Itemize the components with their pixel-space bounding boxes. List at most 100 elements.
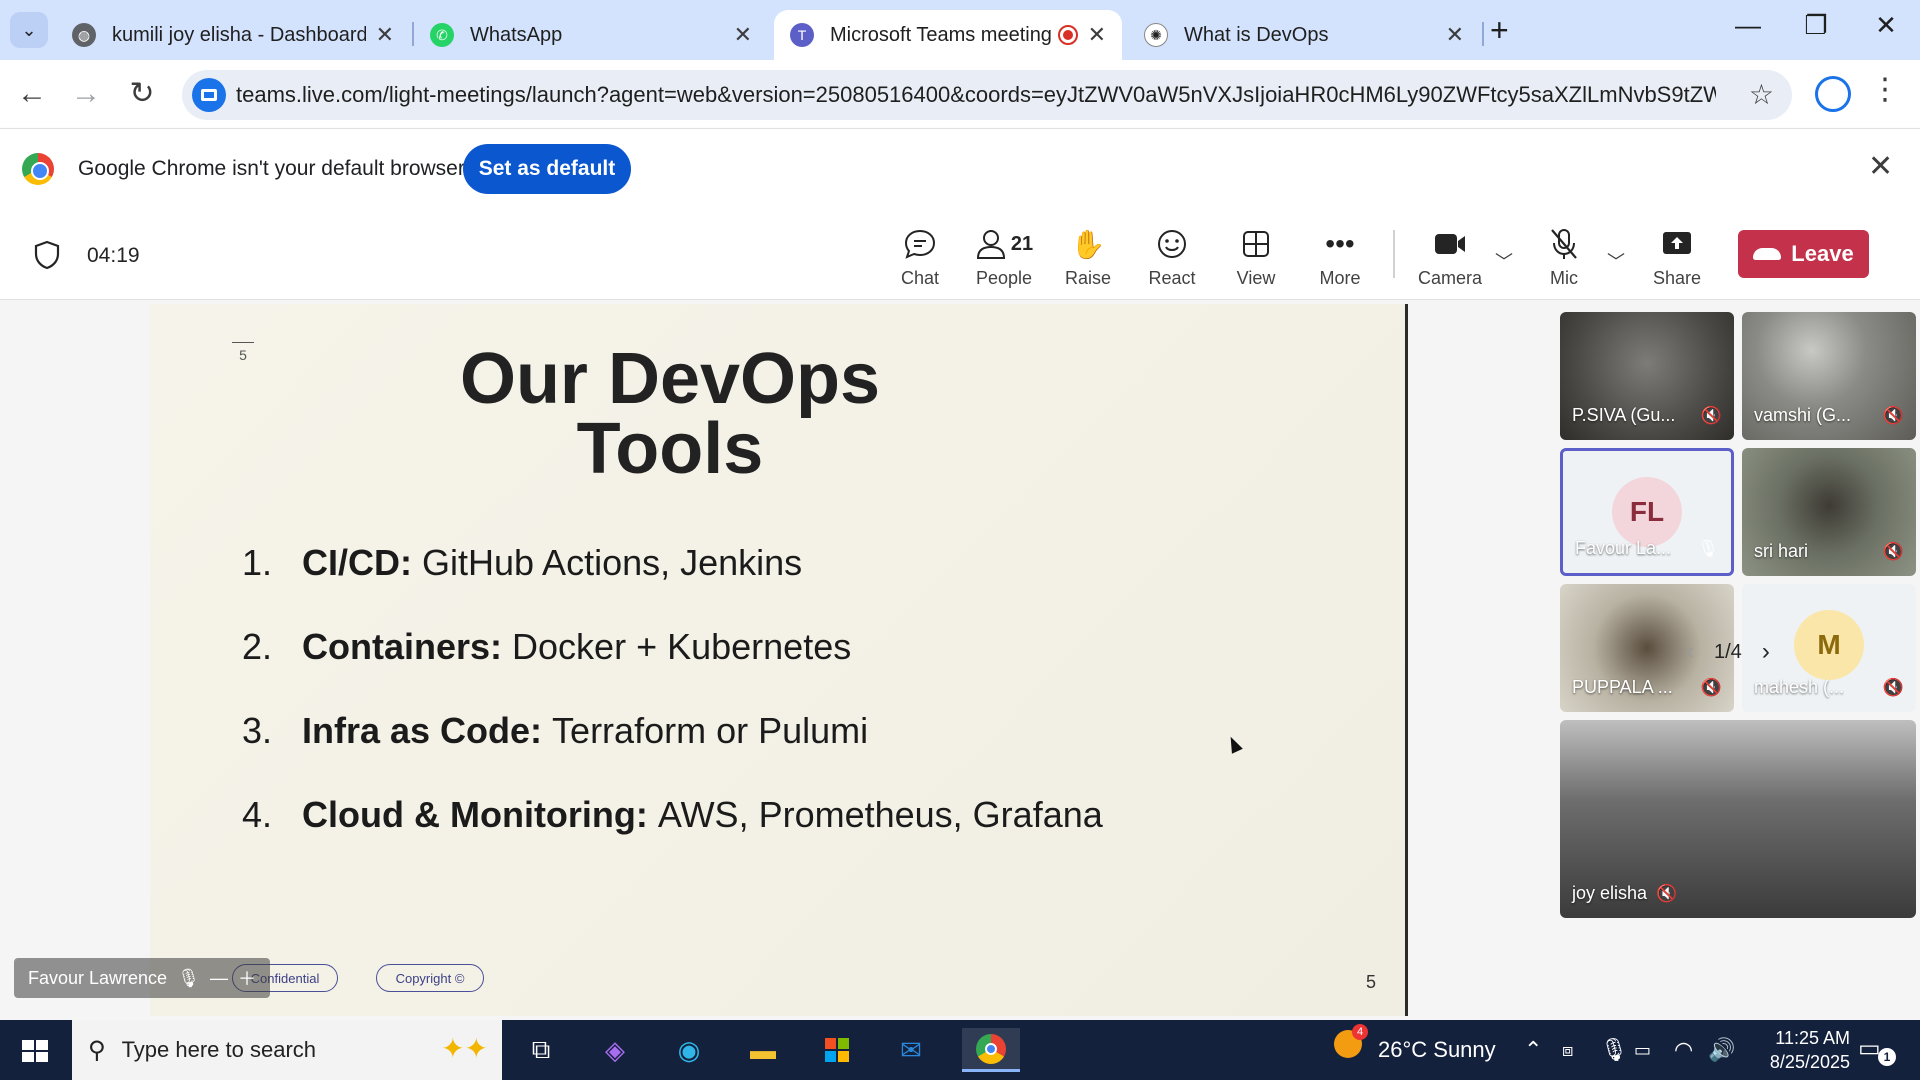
list-item: 3. Infra as Code: Terraform or Pulumi	[242, 710, 1103, 794]
camera-label: Camera	[1417, 268, 1483, 288]
copilot-icon[interactable]: ◈	[586, 1028, 644, 1072]
item-text: Terraform or Pulumi	[552, 710, 869, 751]
infobar-message: Google Chrome isn't your default browser	[78, 157, 465, 180]
forward-button[interactable]: →	[66, 76, 106, 112]
browser-menu-icon[interactable]: ⋮	[1870, 72, 1900, 107]
tab-teams-meeting[interactable]: T Microsoft Teams meeting | M ✕	[774, 10, 1122, 60]
item-number: 1.	[242, 542, 273, 583]
chrome-taskbar-icon[interactable]	[962, 1028, 1020, 1072]
profile-icon[interactable]	[1815, 76, 1851, 112]
self-view-tile[interactable]: joy elisha 🔇	[1560, 720, 1916, 918]
show-hidden-icons-chevron-icon[interactable]: ⌃	[1524, 1020, 1542, 1080]
raise-label: Raise	[1064, 268, 1112, 288]
volume-icon[interactable]: 🔊	[1708, 1020, 1735, 1080]
close-icon[interactable]: ✕	[1868, 149, 1893, 184]
microphone-tray-icon[interactable]: 🎙	[1600, 1020, 1628, 1080]
clock-date: 8/25/2025	[1769, 1052, 1850, 1072]
item-number: 2.	[242, 626, 273, 667]
minimize-icon[interactable]: —	[210, 968, 228, 989]
search-icon: ⚲	[88, 1036, 106, 1064]
close-icon[interactable]: ✕	[376, 22, 394, 48]
clock-time: 11:25 AM	[1775, 1028, 1850, 1048]
participant-name: mahesh (...	[1754, 677, 1845, 697]
bookmark-star-icon[interactable]: ☆	[1749, 78, 1774, 111]
notification-count: 1	[1878, 1048, 1896, 1066]
mail-icon[interactable]: ✉	[882, 1028, 940, 1072]
close-icon[interactable]: ✕	[1088, 22, 1106, 48]
chat-button[interactable]: Chat	[880, 224, 960, 289]
windows-start-icon[interactable]	[22, 1040, 48, 1062]
notification-center-icon[interactable]: ▭ 1	[1858, 1034, 1896, 1066]
participant-tile-speaking[interactable]: FL Favour La... 🎙	[1560, 448, 1734, 576]
camera-icon	[1410, 224, 1490, 264]
list-item: 4. Cloud & Monitoring: AWS, Prometheus, Gr…	[242, 794, 1103, 878]
tab-whatsapp[interactable]: ✆ WhatsApp ✕	[414, 10, 768, 60]
system-clock[interactable]: 11:25 AM 8/25/2025	[1740, 1026, 1850, 1074]
raise-hand-button[interactable]: ✋ Raise	[1048, 224, 1128, 289]
share-button[interactable]: Share	[1637, 224, 1717, 289]
browser-tab-strip: ⌄ ◍ kumili joy elisha - Dashboard (1 ✕ ✆…	[0, 0, 1920, 60]
copilot-sparkle-icon: ✦✦	[441, 1033, 488, 1064]
people-button[interactable]: 21 People	[964, 224, 1044, 289]
participant-tile[interactable]: vamshi (G... 🔇	[1742, 312, 1916, 440]
edge-icon[interactable]: ◉	[660, 1028, 718, 1072]
tab-dashboard[interactable]: ◍ kumili joy elisha - Dashboard (1 ✕	[56, 10, 410, 60]
tab-title: What is DevOps	[1184, 23, 1329, 46]
next-page-chevron-icon[interactable]: ›	[1762, 638, 1770, 666]
globe-icon: ◍	[72, 23, 96, 47]
new-tab-button[interactable]: +	[1490, 12, 1509, 48]
more-dots-icon: •••	[1325, 228, 1355, 259]
item-number: 4.	[242, 794, 273, 835]
weather-icon[interactable]: 4	[1334, 1024, 1368, 1058]
weather-text[interactable]: 26°C Sunny	[1378, 1020, 1496, 1080]
meeting-timer: 04:19	[87, 244, 140, 267]
close-icon[interactable]: ✕	[1446, 22, 1464, 48]
mic-muted-icon: 🔇	[1700, 678, 1722, 697]
tab-title: Microsoft Teams meeting | M	[830, 23, 1052, 46]
close-icon[interactable]: ✕	[734, 22, 752, 48]
taskbar-search-box[interactable]: ⚲ Type here to search ✦✦	[72, 1020, 502, 1080]
previous-page-chevron-icon[interactable]: ‹	[1686, 638, 1694, 666]
wifi-icon[interactable]: ◠	[1674, 1020, 1693, 1080]
mic-options-chevron-icon[interactable]: ﹀	[1607, 248, 1625, 274]
camera-options-chevron-icon[interactable]: ﹀	[1495, 248, 1513, 274]
set-as-default-button[interactable]: Set as default	[463, 144, 631, 194]
react-label: React	[1148, 268, 1196, 288]
reload-button[interactable]: ↻	[122, 76, 162, 112]
microsoft-store-icon[interactable]	[808, 1028, 866, 1072]
expand-icon[interactable]: ＋	[238, 965, 256, 991]
back-button[interactable]: ←	[12, 76, 52, 112]
participant-gallery: P.SIVA (Gu... 🔇 vamshi (G... 🔇 FL Favour…	[1560, 300, 1920, 1020]
participant-tile[interactable]: P.SIVA (Gu... 🔇	[1560, 312, 1734, 440]
battery-icon[interactable]: ▭	[1634, 1020, 1651, 1080]
slide-page-number-bottom: 5	[1366, 972, 1377, 992]
slide-page-number-top: 5	[232, 342, 254, 363]
pager-text: 1/4	[1714, 640, 1742, 663]
task-view-icon[interactable]: ⧉	[512, 1028, 570, 1072]
smiley-icon	[1132, 224, 1212, 264]
tab-search-button[interactable]: ⌄	[10, 12, 48, 48]
more-button[interactable]: ••• More	[1300, 224, 1380, 289]
restore-button[interactable]: ❐	[1796, 10, 1836, 41]
minimize-button[interactable]: —	[1728, 10, 1768, 41]
view-label: View	[1236, 268, 1276, 288]
camera-button[interactable]: Camera	[1410, 224, 1490, 289]
teams-icon: T	[790, 23, 814, 47]
list-item: 1. CI/CD: GitHub Actions, Jenkins	[242, 542, 1103, 626]
site-info-icon[interactable]	[192, 78, 226, 112]
file-explorer-icon[interactable]: ▬	[734, 1028, 792, 1072]
more-label: More	[1319, 268, 1361, 288]
address-bar[interactable]: teams.live.com/light-meetings/launch?age…	[182, 70, 1792, 120]
browser-toolbar: ← → ↻ teams.live.com/light-meetings/laun…	[0, 60, 1920, 128]
mic-button[interactable]: Mic	[1524, 224, 1604, 289]
url-text[interactable]: teams.live.com/light-meetings/launch?age…	[236, 82, 1716, 108]
avatar: M	[1794, 610, 1864, 680]
react-button[interactable]: React	[1132, 224, 1212, 289]
participant-name: P.SIVA (Gu...	[1572, 405, 1676, 425]
view-button[interactable]: View	[1216, 224, 1296, 289]
leave-button[interactable]: Leave	[1738, 230, 1869, 278]
meet-now-icon[interactable]: ⧈	[1562, 1020, 1573, 1080]
tab-what-is-devops[interactable]: ✺ What is DevOps ✕	[1128, 10, 1480, 60]
close-window-button[interactable]: ✕	[1866, 10, 1906, 41]
participant-tile[interactable]: sri hari 🔇	[1742, 448, 1916, 576]
